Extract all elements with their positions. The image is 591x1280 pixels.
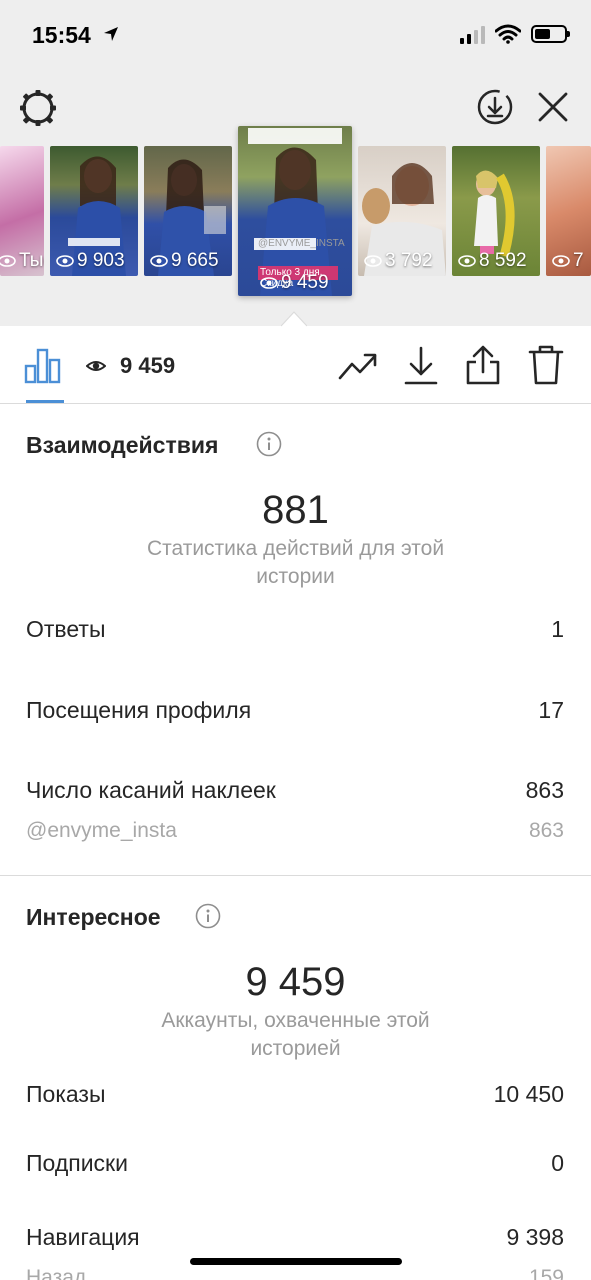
status-icons	[460, 24, 570, 44]
insights-chart-icon[interactable]	[24, 348, 62, 384]
interactions-subtitle: Статистика действий для этой истории	[146, 537, 445, 588]
interactions-title: Взаимодействия	[26, 432, 219, 458]
view-eye-icon	[150, 255, 168, 267]
interactions-info-icon[interactable]	[256, 431, 282, 457]
follows-label: Подписки	[26, 1150, 128, 1176]
close-icon[interactable]	[534, 88, 572, 126]
sticker-mention-label: @envyme_insta	[26, 819, 177, 842]
views-eye-icon	[86, 361, 106, 371]
story-view-count: 9 459	[281, 272, 329, 293]
view-eye-icon	[364, 255, 382, 267]
story-view-count: Тыс	[19, 250, 44, 271]
wifi-icon	[495, 24, 521, 44]
location-arrow-icon	[104, 27, 118, 41]
follows-value: 0	[551, 1150, 564, 1176]
view-eye-icon	[260, 277, 278, 289]
view-eye-icon	[458, 255, 476, 267]
story-view-count: 9 665	[171, 250, 219, 271]
replies-label: Ответы	[26, 616, 106, 642]
sticker-mention-value: 863	[528, 819, 564, 842]
profile-visits-label: Посещения профиля	[26, 697, 252, 723]
back-value: 159	[528, 1266, 564, 1280]
story-header-area: 15:54 Ты 9 903 9 665 @ENVYME_INSTA Тольк…	[0, 0, 591, 326]
share-icon[interactable]	[465, 344, 501, 386]
story-thumbnail[interactable]: 8 592	[452, 146, 540, 276]
story-view-count: 3 792	[385, 250, 433, 271]
story-thumbnail[interactable]: 9 903	[50, 146, 138, 276]
story-thumbnail-selected[interactable]: @ENVYME_INSTA Только 3 дня. Скидка 9 459	[238, 126, 352, 296]
story-thumbnail[interactable]: Тыс	[0, 146, 44, 276]
promote-trend-icon[interactable]	[338, 350, 378, 382]
story-view-count: 9 903	[77, 250, 125, 271]
profile-visits-value: 17	[538, 697, 564, 723]
section-divider	[0, 875, 591, 876]
story-thumbnail[interactable]: 7	[546, 146, 591, 276]
home-indicator	[190, 1258, 402, 1265]
story-sticker-mention: @ENVYME_INSTA	[258, 238, 345, 249]
sticker-taps-label: Число касаний наклеек	[26, 777, 276, 803]
discovery-info-icon[interactable]	[195, 903, 221, 929]
view-eye-icon	[56, 255, 74, 267]
story-view-count: 7	[573, 250, 584, 271]
replies-value: 1	[551, 616, 564, 642]
battery-icon	[531, 25, 570, 43]
view-eye-icon	[0, 255, 16, 267]
back-label: Назад	[26, 1266, 87, 1280]
status-time: 15:54	[32, 22, 91, 48]
settings-gear-icon[interactable]	[18, 88, 58, 128]
save-story-icon[interactable]	[476, 88, 514, 126]
active-tab-indicator	[26, 400, 64, 403]
sticker-taps-value: 863	[525, 777, 564, 803]
interactions-total: 881	[262, 488, 329, 532]
impressions-label: Показы	[26, 1081, 106, 1107]
discovery-subtitle: Аккаунты, охваченные этой историей	[161, 1009, 430, 1060]
view-eye-icon	[552, 255, 570, 267]
navigation-label: Навигация	[26, 1224, 140, 1250]
download-icon[interactable]	[403, 346, 439, 386]
navigation-value: 9 398	[506, 1224, 564, 1250]
impressions-value: 10 450	[493, 1081, 564, 1107]
story-thumbnail[interactable]: 3 792	[358, 146, 446, 276]
story-view-count: 8 592	[479, 250, 527, 271]
discovery-title: Интересное	[26, 904, 161, 930]
discovery-total: 9 459	[245, 960, 346, 1004]
trash-icon[interactable]	[528, 344, 564, 386]
insights-action-bar: 9 459	[0, 326, 591, 404]
views-count: 9 459	[120, 353, 176, 378]
story-thumbnail[interactable]: 9 665	[144, 146, 232, 276]
selected-story-pointer	[281, 311, 307, 327]
signal-icon	[460, 24, 485, 44]
